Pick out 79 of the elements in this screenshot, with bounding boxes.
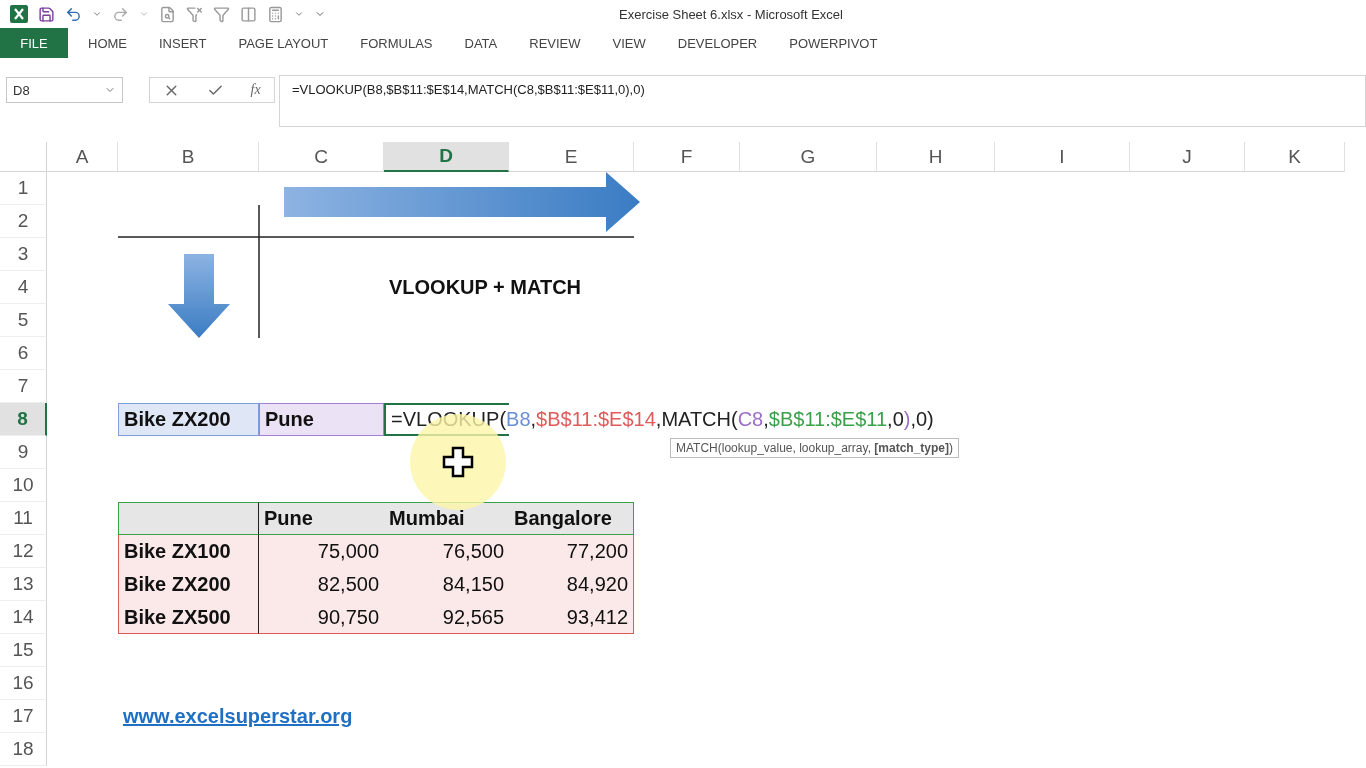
ribbon-tab[interactable]: POWERPIVOT: [773, 28, 894, 58]
clear-filter-icon[interactable]: [186, 5, 203, 23]
column-header[interactable]: F: [634, 142, 740, 172]
ribbon-tab[interactable]: INSERT: [143, 28, 223, 58]
row-header[interactable]: 18: [0, 733, 47, 766]
column-header[interactable]: H: [877, 142, 995, 172]
row-header[interactable]: 15: [0, 634, 47, 667]
row-header[interactable]: 2: [0, 205, 47, 238]
ribbon-tab[interactable]: HOME: [72, 28, 143, 58]
table-cell: 93,412: [509, 601, 634, 634]
ribbon-tab[interactable]: DEVELOPER: [661, 28, 774, 58]
insert-function-button[interactable]: fx: [250, 82, 261, 98]
filter-icon[interactable]: [213, 5, 230, 23]
formula-text: =VLOOKUP(B8,$B$11:$E$14,MATCH(C8,$B$11:$E$11,0),0): [391, 408, 934, 431]
column-header[interactable]: A: [47, 142, 118, 172]
table-cell: Bike ZX200: [118, 568, 259, 601]
row-header[interactable]: 14: [0, 601, 47, 634]
excel-logo-icon: [10, 5, 28, 23]
ribbon-tab[interactable]: REVIEW: [513, 28, 597, 58]
file-tab[interactable]: FILE: [0, 28, 68, 58]
table-cell: 77,200: [509, 535, 634, 568]
row-header[interactable]: 11: [0, 502, 47, 535]
table-cell: 82,500: [259, 568, 384, 601]
table-cell: Pune: [259, 403, 384, 436]
down-arrow-icon: [168, 254, 230, 338]
ribbon-tab[interactable]: FORMULAS: [344, 28, 449, 58]
column-header[interactable]: I: [995, 142, 1130, 172]
calculator-icon[interactable]: [267, 5, 284, 23]
undo-icon[interactable]: [65, 5, 82, 23]
redo-icon[interactable]: [112, 5, 129, 23]
save-icon[interactable]: [38, 5, 55, 23]
table-header-cell: Bangalore: [509, 502, 634, 535]
select-all-button[interactable]: [0, 142, 47, 172]
row-header[interactable]: 12: [0, 535, 47, 568]
ribbon-tab[interactable]: DATA: [448, 28, 514, 58]
sheet-heading: VLOOKUP + MATCH: [389, 276, 582, 299]
caret-icon[interactable]: [294, 9, 304, 19]
table-cell: 92,565: [384, 601, 509, 634]
table-cell: 84,920: [509, 568, 634, 601]
function-tooltip: MATCH(lookup_value, lookup_array, [match_type]): [670, 438, 959, 458]
column-header[interactable]: J: [1130, 142, 1245, 172]
columns-icon[interactable]: [240, 5, 257, 23]
row-header[interactable]: 16: [0, 667, 47, 700]
caret-icon[interactable]: [139, 9, 149, 19]
formula-input[interactable]: =VLOOKUP(B8,$B$11:$E$14,MATCH(C8,$B$11:$E$11,0),0): [279, 75, 1366, 127]
row-header[interactable]: 3: [0, 238, 47, 271]
ribbon-tab[interactable]: VIEW: [596, 28, 662, 58]
table-header-cell: Mumbai: [384, 502, 509, 535]
column-header[interactable]: D: [384, 142, 509, 172]
window-title: Exercise Sheet 6.xlsx - Microsoft Excel: [618, 6, 844, 22]
table-header-cell: Pune: [259, 502, 384, 535]
table-cell: 84,150: [384, 568, 509, 601]
row-header[interactable]: 4: [0, 271, 47, 304]
table-cell: Bike ZX200: [118, 403, 259, 436]
caret-icon[interactable]: [92, 9, 102, 19]
column-header[interactable]: G: [740, 142, 877, 172]
table-cell: 90,750: [259, 601, 384, 634]
row-header[interactable]: 13: [0, 568, 47, 601]
table-cell: Bike ZX500: [118, 601, 259, 634]
row-header[interactable]: 17: [0, 700, 47, 733]
row-header[interactable]: 8: [0, 403, 47, 436]
row-header[interactable]: 5: [0, 304, 47, 337]
name-box[interactable]: D8: [6, 77, 123, 103]
table-cell: 75,000: [259, 535, 384, 568]
table-cell: Bike ZX100: [118, 535, 259, 568]
column-header[interactable]: C: [259, 142, 384, 172]
column-header[interactable]: K: [1245, 142, 1345, 172]
print-preview-icon[interactable]: [159, 5, 176, 23]
column-header[interactable]: B: [118, 142, 259, 172]
row-header[interactable]: 9: [0, 436, 47, 469]
row-header[interactable]: 6: [0, 337, 47, 370]
ribbon-tab[interactable]: PAGE LAYOUT: [222, 28, 345, 58]
table-cell: 76,500: [384, 535, 509, 568]
row-header[interactable]: 10: [0, 469, 47, 502]
row-header[interactable]: 7: [0, 370, 47, 403]
website-link[interactable]: www.excelsuperstar.org: [123, 705, 353, 728]
row-header[interactable]: 1: [0, 172, 47, 205]
right-arrow-icon: [284, 172, 640, 232]
column-header[interactable]: E: [509, 142, 634, 172]
